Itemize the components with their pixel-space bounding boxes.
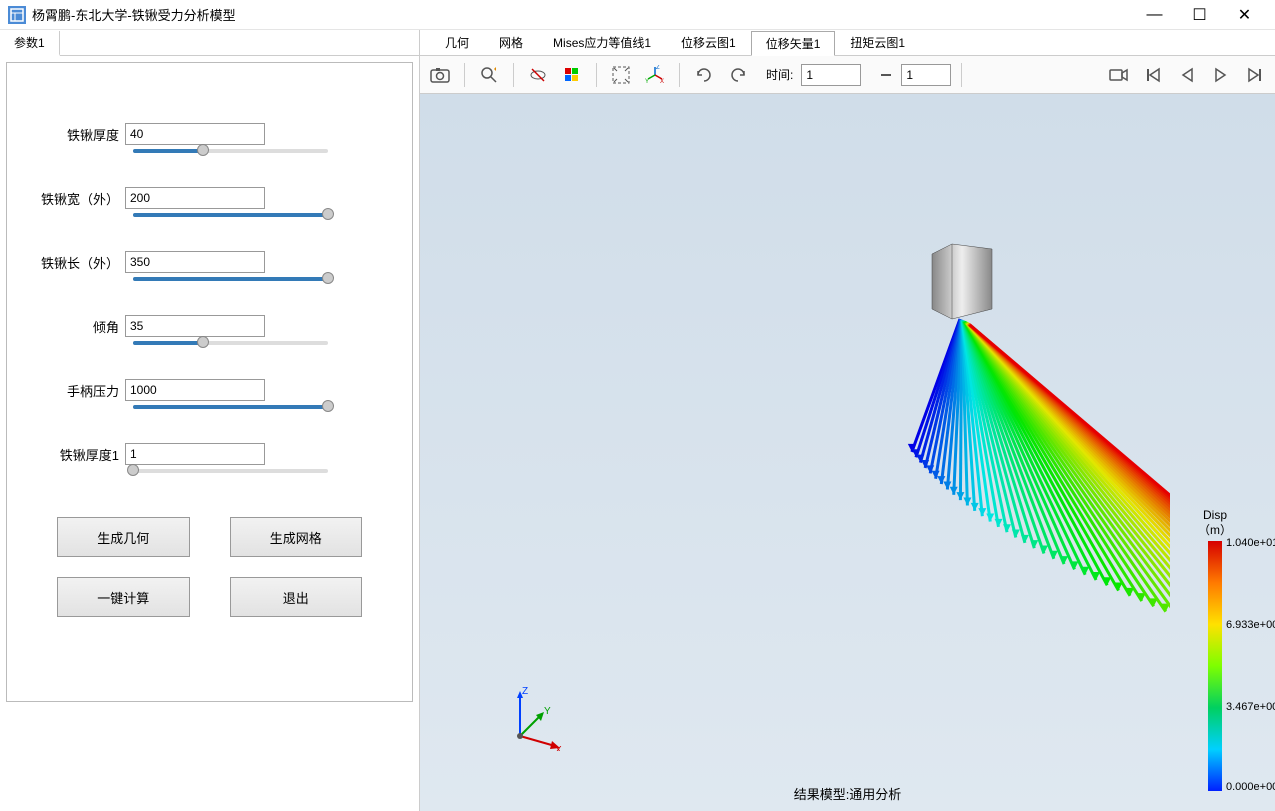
tab-geometry[interactable]: 几何 — [430, 30, 484, 55]
tab-mises[interactable]: Mises应力等值线1 — [538, 30, 666, 55]
view-toolbar: Z X Y 时间: — [420, 56, 1275, 94]
play-back-icon[interactable] — [1173, 61, 1201, 89]
angle-input[interactable] — [125, 315, 265, 337]
thickness1-slider[interactable] — [133, 469, 328, 473]
param-label: 铁锹宽（外） — [37, 189, 125, 208]
time-select[interactable] — [801, 64, 861, 86]
param-handle-force: 手柄压力 — [37, 379, 382, 409]
width-outer-input[interactable] — [125, 187, 265, 209]
legend-tick: 6.933e+00 — [1226, 619, 1275, 631]
tab-parameters[interactable]: 参数1 — [0, 31, 60, 56]
param-label: 铁锹厚度 — [37, 125, 125, 144]
render-mode-icon[interactable] — [558, 61, 586, 89]
reset-zoom-icon[interactable] — [475, 61, 503, 89]
camera-icon[interactable] — [426, 61, 454, 89]
thickness-input[interactable] — [125, 123, 265, 145]
length-outer-slider[interactable] — [133, 277, 328, 281]
angle-slider[interactable] — [133, 341, 328, 345]
step-input[interactable] — [901, 64, 951, 86]
axis-triad-icon: Z Y X — [500, 681, 570, 751]
fit-view-icon[interactable] — [607, 61, 635, 89]
record-icon[interactable] — [1105, 61, 1133, 89]
close-button[interactable]: ✕ — [1222, 0, 1267, 30]
rotate-cw-icon[interactable] — [690, 61, 718, 89]
param-thickness1: 铁锹厚度1 — [37, 443, 382, 473]
param-label: 手柄压力 — [37, 381, 125, 400]
param-label: 倾角 — [37, 317, 125, 336]
param-width-outer: 铁锹宽（外） — [37, 187, 382, 217]
svg-text:X: X — [555, 745, 562, 751]
generate-mesh-button[interactable]: 生成网格 — [230, 517, 363, 557]
width-outer-slider[interactable] — [133, 213, 328, 217]
legend-tick: 3.467e+00 — [1226, 701, 1275, 713]
maximize-button[interactable]: ☐ — [1177, 0, 1222, 30]
param-length-outer: 铁锹长（外） — [37, 251, 382, 281]
displacement-vector-plot — [750, 224, 1170, 744]
window-title: 杨霄鹏-东北大学-铁锹受力分析模型 — [32, 5, 1132, 24]
result-title: 结果模型:通用分析 — [794, 784, 902, 803]
handle-force-slider[interactable] — [133, 405, 328, 409]
parameter-panel: 参数1 铁锹厚度 铁锹宽（外） 铁锹长（外） — [0, 30, 420, 811]
tab-disp-contour[interactable]: 位移云图1 — [666, 30, 751, 55]
thickness1-input[interactable] — [125, 443, 265, 465]
title-bar: 杨霄鹏-东北大学-铁锹受力分析模型 — ☐ ✕ — [0, 0, 1275, 30]
param-thickness: 铁锹厚度 — [37, 123, 382, 153]
length-outer-input[interactable] — [125, 251, 265, 273]
skip-start-icon[interactable] — [1139, 61, 1167, 89]
viewport-3d[interactable]: (function(){ const g=document.getElement… — [420, 94, 1275, 811]
param-label: 铁锹厚度1 — [37, 445, 125, 464]
legend-title-2: （m） — [1175, 523, 1255, 537]
orientation-icon[interactable]: Z X Y — [641, 61, 669, 89]
tab-disp-vector[interactable]: 位移矢量1 — [751, 31, 836, 56]
legend-tick: 0.000e+00 — [1226, 781, 1275, 793]
compute-button[interactable]: 一键计算 — [57, 577, 190, 617]
legend-title-1: Disp — [1175, 508, 1255, 522]
generate-geometry-button[interactable]: 生成几何 — [57, 517, 190, 557]
view-tabs: 几何 网格 Mises应力等值线1 位移云图1 位移矢量1 扭矩云图1 — [420, 30, 1275, 56]
tab-mesh[interactable]: 网格 — [484, 30, 538, 55]
clip-plane-icon[interactable] — [524, 61, 552, 89]
svg-text:Y: Y — [645, 79, 649, 85]
handle-force-input[interactable] — [125, 379, 265, 401]
param-angle: 倾角 — [37, 315, 382, 345]
param-label: 铁锹长（外） — [37, 253, 125, 272]
color-legend: Disp （m） 1.040e+01 6.933e+00 3.467e+00 0… — [1175, 508, 1255, 791]
exit-button[interactable]: 退出 — [230, 577, 363, 617]
step-toggle-icon[interactable] — [877, 61, 895, 89]
thickness-slider[interactable] — [133, 149, 328, 153]
svg-text:Z: Z — [656, 65, 660, 71]
svg-text:Z: Z — [522, 686, 528, 697]
time-label: 时间: — [766, 66, 793, 83]
rotate-ccw-icon[interactable] — [724, 61, 752, 89]
svg-text:Y: Y — [544, 706, 551, 717]
legend-tick: 1.040e+01 — [1226, 537, 1275, 549]
tab-torque-contour[interactable]: 扭矩云图1 — [835, 30, 920, 55]
skip-end-icon[interactable] — [1241, 61, 1269, 89]
app-icon — [8, 6, 26, 24]
svg-text:X: X — [660, 79, 664, 85]
minimize-button[interactable]: — — [1132, 0, 1177, 30]
play-forward-icon[interactable] — [1207, 61, 1235, 89]
